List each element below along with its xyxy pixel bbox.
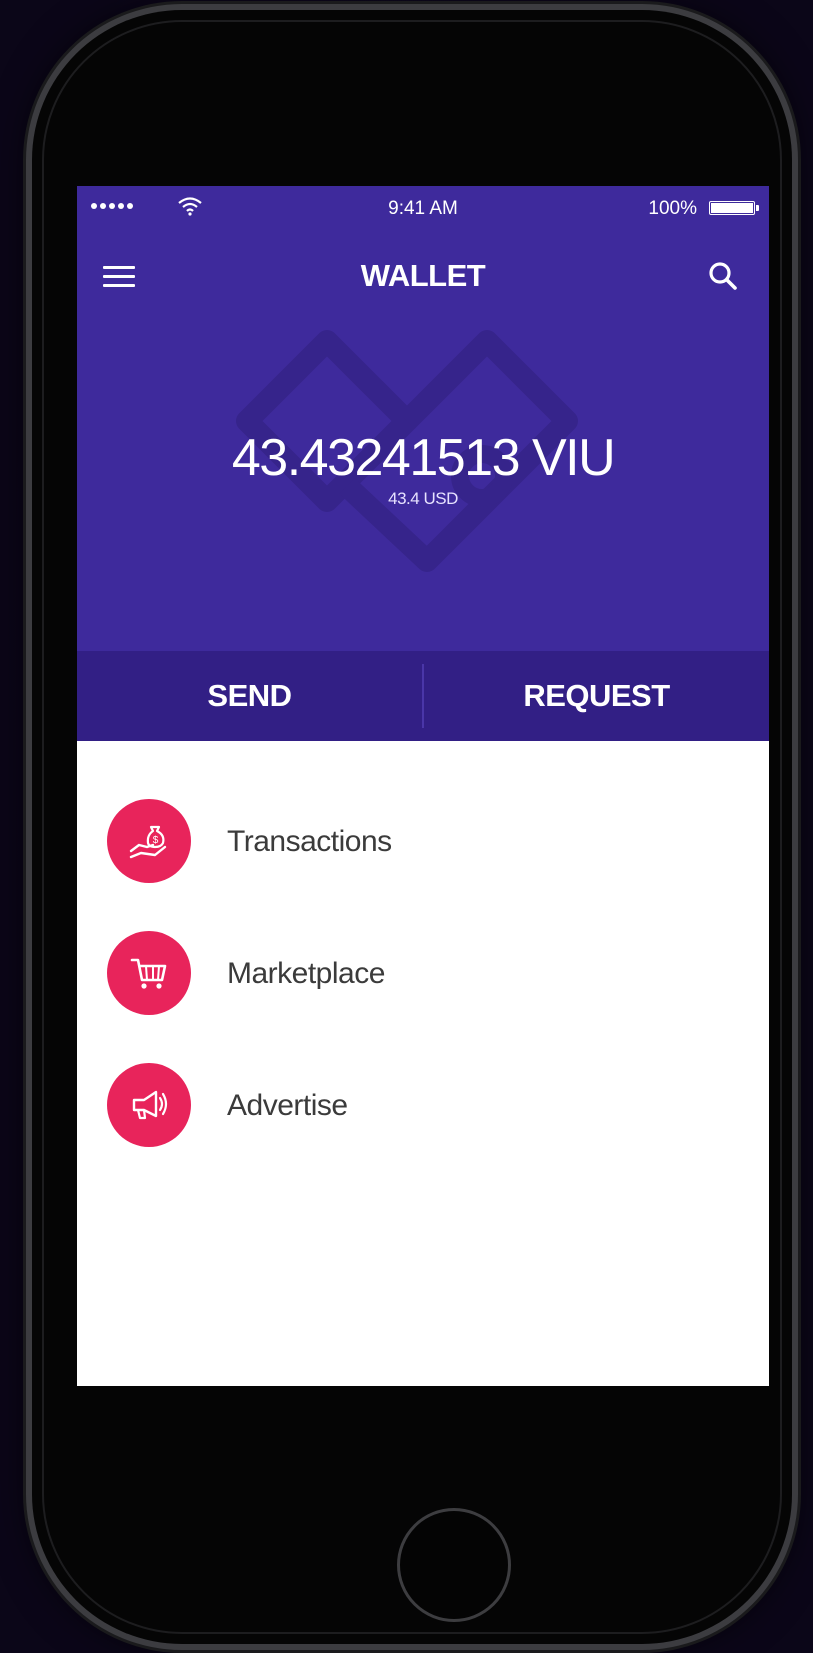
megaphone-icon xyxy=(107,1063,191,1147)
nav-bar: WALLET xyxy=(77,236,769,316)
app-screen: 9:41 AM 100% WALLET 43.43241513 VIU 43.4… xyxy=(77,186,769,1386)
shopping-cart-icon xyxy=(107,931,191,1015)
list-item-advertise[interactable]: Advertise xyxy=(77,1045,769,1155)
battery-fill xyxy=(711,203,753,213)
hand-money-bag-icon: $ xyxy=(107,799,191,883)
home-button[interactable] xyxy=(397,1508,511,1622)
list-item-label: Marketplace xyxy=(227,957,385,990)
list-item-marketplace[interactable]: Marketplace xyxy=(77,913,769,1023)
status-bar: 9:41 AM 100% xyxy=(77,186,769,236)
request-button[interactable]: REQUEST xyxy=(424,651,769,741)
balance-usd: 43.4 USD xyxy=(388,489,458,508)
battery-tip xyxy=(756,205,759,211)
battery-percentage: 100% xyxy=(648,198,697,219)
action-bar: SEND REQUEST xyxy=(77,651,769,741)
list-item-transactions[interactable]: $ Transactions xyxy=(77,781,769,891)
svg-text:$: $ xyxy=(153,835,159,846)
wallet-header: 9:41 AM 100% WALLET 43.43241513 VIU 43.4… xyxy=(77,186,769,651)
page-title: WALLET xyxy=(360,258,486,293)
balance-amount: 43.43241513 VIU xyxy=(231,429,616,487)
send-button[interactable]: SEND xyxy=(77,651,422,741)
battery-icon xyxy=(709,201,755,215)
list-item-label: Advertise xyxy=(227,1089,348,1122)
list-item-label: Transactions xyxy=(227,825,392,858)
background: 9:41 AM 100% WALLET 43.43241513 VIU 43.4… xyxy=(0,0,813,1653)
search-icon[interactable] xyxy=(703,256,743,296)
